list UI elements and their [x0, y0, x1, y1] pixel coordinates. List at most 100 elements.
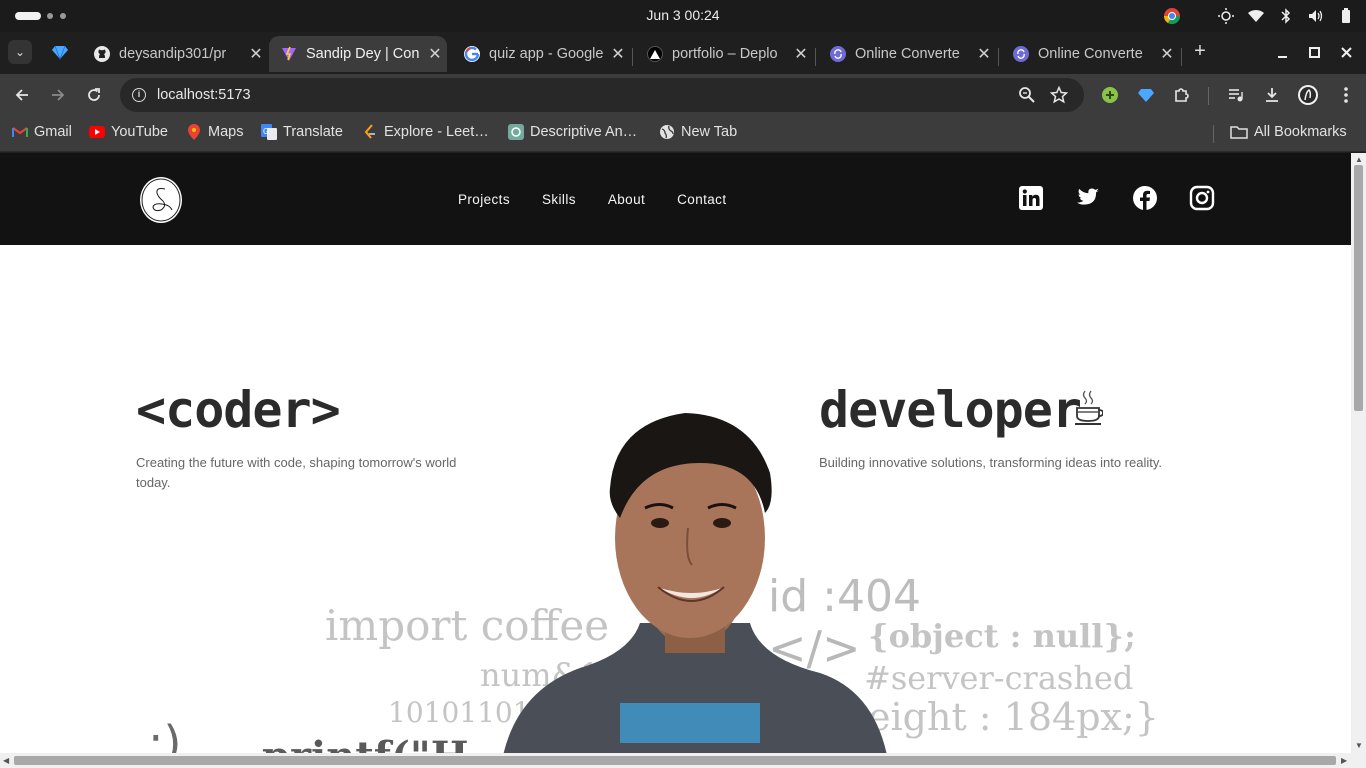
tab-search-button[interactable]: ⌄	[8, 40, 32, 64]
profile-photo	[460, 393, 920, 753]
tab-title: Online Converte	[1038, 46, 1143, 62]
site-logo[interactable]	[140, 177, 182, 223]
bookmark-maps[interactable]: Maps	[186, 124, 243, 140]
back-button[interactable]	[9, 82, 35, 108]
tab-github[interactable]: deysandip301/pr ✕	[82, 36, 268, 72]
translate-icon: G	[261, 124, 277, 140]
reload-button[interactable]	[81, 82, 107, 108]
horizontal-scroll-thumb[interactable]	[14, 756, 1336, 765]
more-menu-icon[interactable]	[1334, 83, 1358, 107]
profile-avatar[interactable]	[1296, 83, 1320, 107]
tab-title: portfolio – Deplo	[672, 46, 778, 62]
vertical-scrollbar[interactable]: ▲ ▼	[1351, 153, 1366, 753]
media-controls-icon[interactable]	[1224, 83, 1248, 107]
wifi-icon[interactable]	[1246, 6, 1266, 26]
converter-icon	[1013, 46, 1029, 62]
site-nav-links: Projects Skills About Contact	[442, 192, 742, 207]
bluetooth-icon[interactable]	[1276, 6, 1296, 26]
maximize-button[interactable]	[1306, 44, 1324, 62]
bookmark-label: Translate	[283, 124, 343, 140]
vertical-scroll-thumb[interactable]	[1354, 165, 1363, 411]
scroll-up-icon[interactable]: ▲	[1355, 155, 1363, 164]
close-icon[interactable]: ✕	[1155, 44, 1179, 64]
hero-right-subtitle: Building innovative solutions, transform…	[819, 455, 1162, 470]
globe-icon	[659, 124, 675, 140]
tab-portfolio[interactable]: Sandip Dey | Con ✕	[269, 36, 447, 72]
address-bar[interactable]: i localhost:5173	[120, 78, 1084, 112]
tab-title: quiz app - Google	[489, 46, 604, 62]
maximize-icon	[1309, 47, 1320, 58]
extension-green-icon[interactable]	[1098, 83, 1122, 107]
plus-icon: +	[1194, 40, 1206, 62]
scroll-right-icon[interactable]: ▶	[1341, 756, 1347, 765]
tab-google[interactable]: quiz app - Google ✕	[452, 36, 630, 72]
diamond-icon[interactable]	[52, 44, 68, 65]
youtube-icon	[89, 124, 105, 140]
nav-link-skills[interactable]: Skills	[526, 192, 592, 207]
leetcode-icon	[362, 124, 378, 140]
tab-converter[interactable]: Online Converte ✕	[818, 36, 996, 72]
url-text[interactable]: localhost:5173	[157, 87, 251, 103]
site-navbar: Projects Skills About Contact	[0, 153, 1351, 245]
bookmark-label: Descriptive An…	[530, 124, 638, 140]
nav-link-projects[interactable]: Projects	[442, 192, 526, 207]
chrome-icon[interactable]	[1162, 6, 1182, 26]
vite-icon	[281, 46, 297, 62]
os-top-bar: Jun 3 00:24	[0, 0, 1366, 32]
close-icon	[1341, 47, 1352, 58]
maps-icon	[186, 124, 202, 140]
minimize-button[interactable]	[1274, 44, 1292, 62]
bookmark-gmail[interactable]: Gmail	[12, 124, 72, 140]
arrow-left-icon	[15, 89, 28, 101]
bookmark-new-tab[interactable]: New Tab	[659, 124, 737, 140]
bookmark-label: Explore - Leet…	[384, 124, 489, 140]
tab-converter[interactable]: Online Converte ✕	[1001, 36, 1179, 72]
instagram-icon[interactable]	[1189, 185, 1215, 211]
brightness-icon[interactable]	[1216, 6, 1236, 26]
system-tray[interactable]	[1162, 6, 1356, 26]
site-info-icon[interactable]: i	[132, 88, 146, 102]
bookmark-youtube[interactable]: YouTube	[89, 124, 168, 140]
nav-link-contact[interactable]: Contact	[661, 192, 742, 207]
tab-title: Sandip Dey | Con	[306, 46, 420, 62]
converter-icon	[830, 46, 846, 62]
close-icon[interactable]: ✕	[789, 44, 813, 64]
facebook-icon[interactable]	[1132, 185, 1158, 211]
extensions-puzzle-icon[interactable]	[1170, 83, 1194, 107]
bookmark-descriptive[interactable]: Descriptive An…	[508, 124, 637, 140]
scroll-left-icon[interactable]: ◀	[3, 756, 9, 765]
horizontal-scrollbar[interactable]: ◀ ▶	[0, 753, 1366, 768]
volume-icon[interactable]	[1306, 6, 1326, 26]
scroll-down-icon[interactable]: ▼	[1355, 741, 1363, 750]
tab-title: Online Converte	[855, 46, 960, 62]
bookmark-label: Maps	[208, 124, 244, 140]
reload-icon	[88, 88, 100, 101]
all-bookmarks-button[interactable]: All Bookmarks	[1230, 124, 1347, 140]
hero-right-title: developer	[819, 381, 1082, 439]
close-window-button[interactable]	[1338, 44, 1356, 62]
new-tab-button[interactable]: +	[1188, 40, 1212, 64]
download-icon[interactable]	[1260, 83, 1284, 107]
close-icon[interactable]: ✕	[423, 44, 447, 64]
twitter-icon[interactable]	[1075, 185, 1101, 211]
gmail-icon	[12, 124, 28, 140]
close-icon[interactable]: ✕	[244, 44, 268, 64]
bookmark-translate[interactable]: G Translate	[261, 124, 343, 140]
forward-button[interactable]	[45, 82, 71, 108]
battery-icon[interactable]	[1336, 6, 1356, 26]
coffee-cup-icon	[1075, 389, 1104, 432]
linkedin-icon[interactable]	[1018, 185, 1044, 211]
bookmark-leetcode[interactable]: Explore - Leet…	[362, 124, 489, 140]
zoom-icon[interactable]	[1018, 86, 1036, 109]
signature-logo-icon	[141, 178, 181, 222]
diamond-icon[interactable]	[1134, 83, 1158, 107]
chevron-down-icon: ⌄	[14, 45, 26, 59]
close-icon[interactable]: ✕	[972, 44, 996, 64]
bookmarks-bar: Gmail YouTube Maps G Translate Explore -…	[0, 116, 1366, 152]
close-icon[interactable]: ✕	[606, 44, 630, 64]
web-page: Projects Skills About Contact import cof…	[0, 153, 1351, 753]
tab-vercel[interactable]: portfolio – Deplo ✕	[635, 36, 813, 72]
bookmark-star-icon[interactable]	[1049, 85, 1069, 109]
google-icon	[464, 46, 480, 62]
nav-link-about[interactable]: About	[592, 192, 661, 207]
